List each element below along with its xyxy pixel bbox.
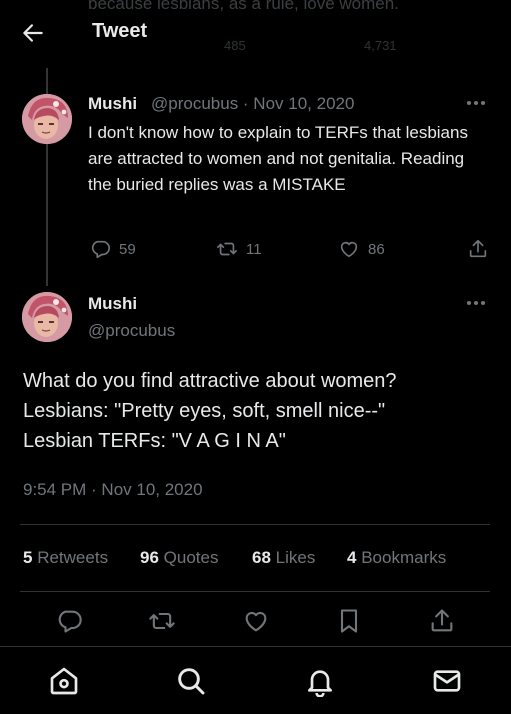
like-icon[interactable] — [242, 607, 270, 635]
previous-tweet-actions: 485 4,731 — [0, 38, 511, 58]
reply-handle-date[interactable]: @procubus · Nov 10, 2020 — [151, 94, 354, 114]
previous-like-count: 4,731 — [364, 38, 397, 53]
quotes-count: 96 — [140, 548, 159, 567]
likes-label: Likes — [275, 548, 316, 567]
reply-icon — [91, 240, 110, 259]
reply-icon[interactable] — [55, 607, 83, 635]
quotes-stat[interactable]: 96 Quotes — [140, 548, 218, 568]
previous-retweet-count: 485 — [224, 38, 246, 53]
retweet-count: 11 — [246, 240, 262, 258]
likes-stat[interactable]: 68 Likes — [252, 548, 315, 568]
like-icon — [340, 241, 358, 258]
retweets-stat[interactable]: 5 Retweets — [23, 548, 108, 568]
avatar[interactable] — [22, 292, 72, 342]
home-icon[interactable] — [48, 665, 80, 697]
tweet-line: What do you find attractive about women? — [23, 370, 397, 392]
reply-button[interactable]: 59 — [89, 238, 136, 260]
divider — [20, 524, 490, 525]
like-button[interactable]: 86 — [338, 238, 385, 260]
tweet-line: Lesbians: "Pretty eyes, soft, smell nice… — [23, 400, 386, 422]
tweet-line: Lesbian TERFs: "V A G I N A" — [23, 430, 286, 452]
like-count: 86 — [368, 240, 385, 258]
messages-icon[interactable] — [431, 665, 463, 697]
bookmarks-stat[interactable]: 4 Bookmarks — [347, 548, 446, 568]
arrow-left-icon[interactable] — [20, 20, 46, 46]
bookmarks-label: Bookmarks — [361, 548, 447, 567]
top-bar: because lesbians, as a rule, love women.… — [0, 0, 511, 68]
likes-count: 68 — [252, 548, 271, 567]
share-icon[interactable] — [428, 607, 456, 635]
avatar[interactable] — [22, 94, 72, 144]
more-options-icon[interactable] — [467, 297, 489, 309]
search-icon[interactable] — [175, 665, 207, 697]
retweets-label: Retweets — [37, 548, 109, 567]
retweet-icon — [217, 242, 237, 256]
bookmark-icon[interactable] — [335, 607, 363, 635]
main-handle[interactable]: @procubus — [88, 321, 175, 341]
divider — [20, 591, 490, 592]
reply-count: 59 — [119, 240, 136, 258]
more-options-icon[interactable] — [467, 97, 489, 109]
main-display-name[interactable]: Mushi — [88, 294, 137, 314]
tweet-timestamp[interactable]: 9:54 PM · Nov 10, 2020 — [23, 480, 203, 500]
share-icon — [469, 239, 487, 258]
bottom-nav — [0, 646, 511, 714]
retweets-count: 5 — [23, 548, 33, 567]
share-button[interactable] — [467, 238, 489, 260]
quotes-label: Quotes — [163, 548, 219, 567]
reply-tweet-text: I don't know how to explain to TERFs tha… — [88, 123, 468, 194]
notifications-icon[interactable] — [304, 665, 336, 697]
main-tweet-text: What do you find attractive about women?… — [23, 366, 493, 456]
retweet-button[interactable]: 11 — [216, 238, 262, 260]
previous-tweet-text: because lesbians, as a rule, love women. — [88, 0, 399, 13]
reply-display-name[interactable]: Mushi — [88, 94, 137, 114]
retweet-icon[interactable] — [148, 607, 176, 635]
bookmarks-count: 4 — [347, 548, 357, 567]
page-title: Tweet — [92, 20, 148, 42]
